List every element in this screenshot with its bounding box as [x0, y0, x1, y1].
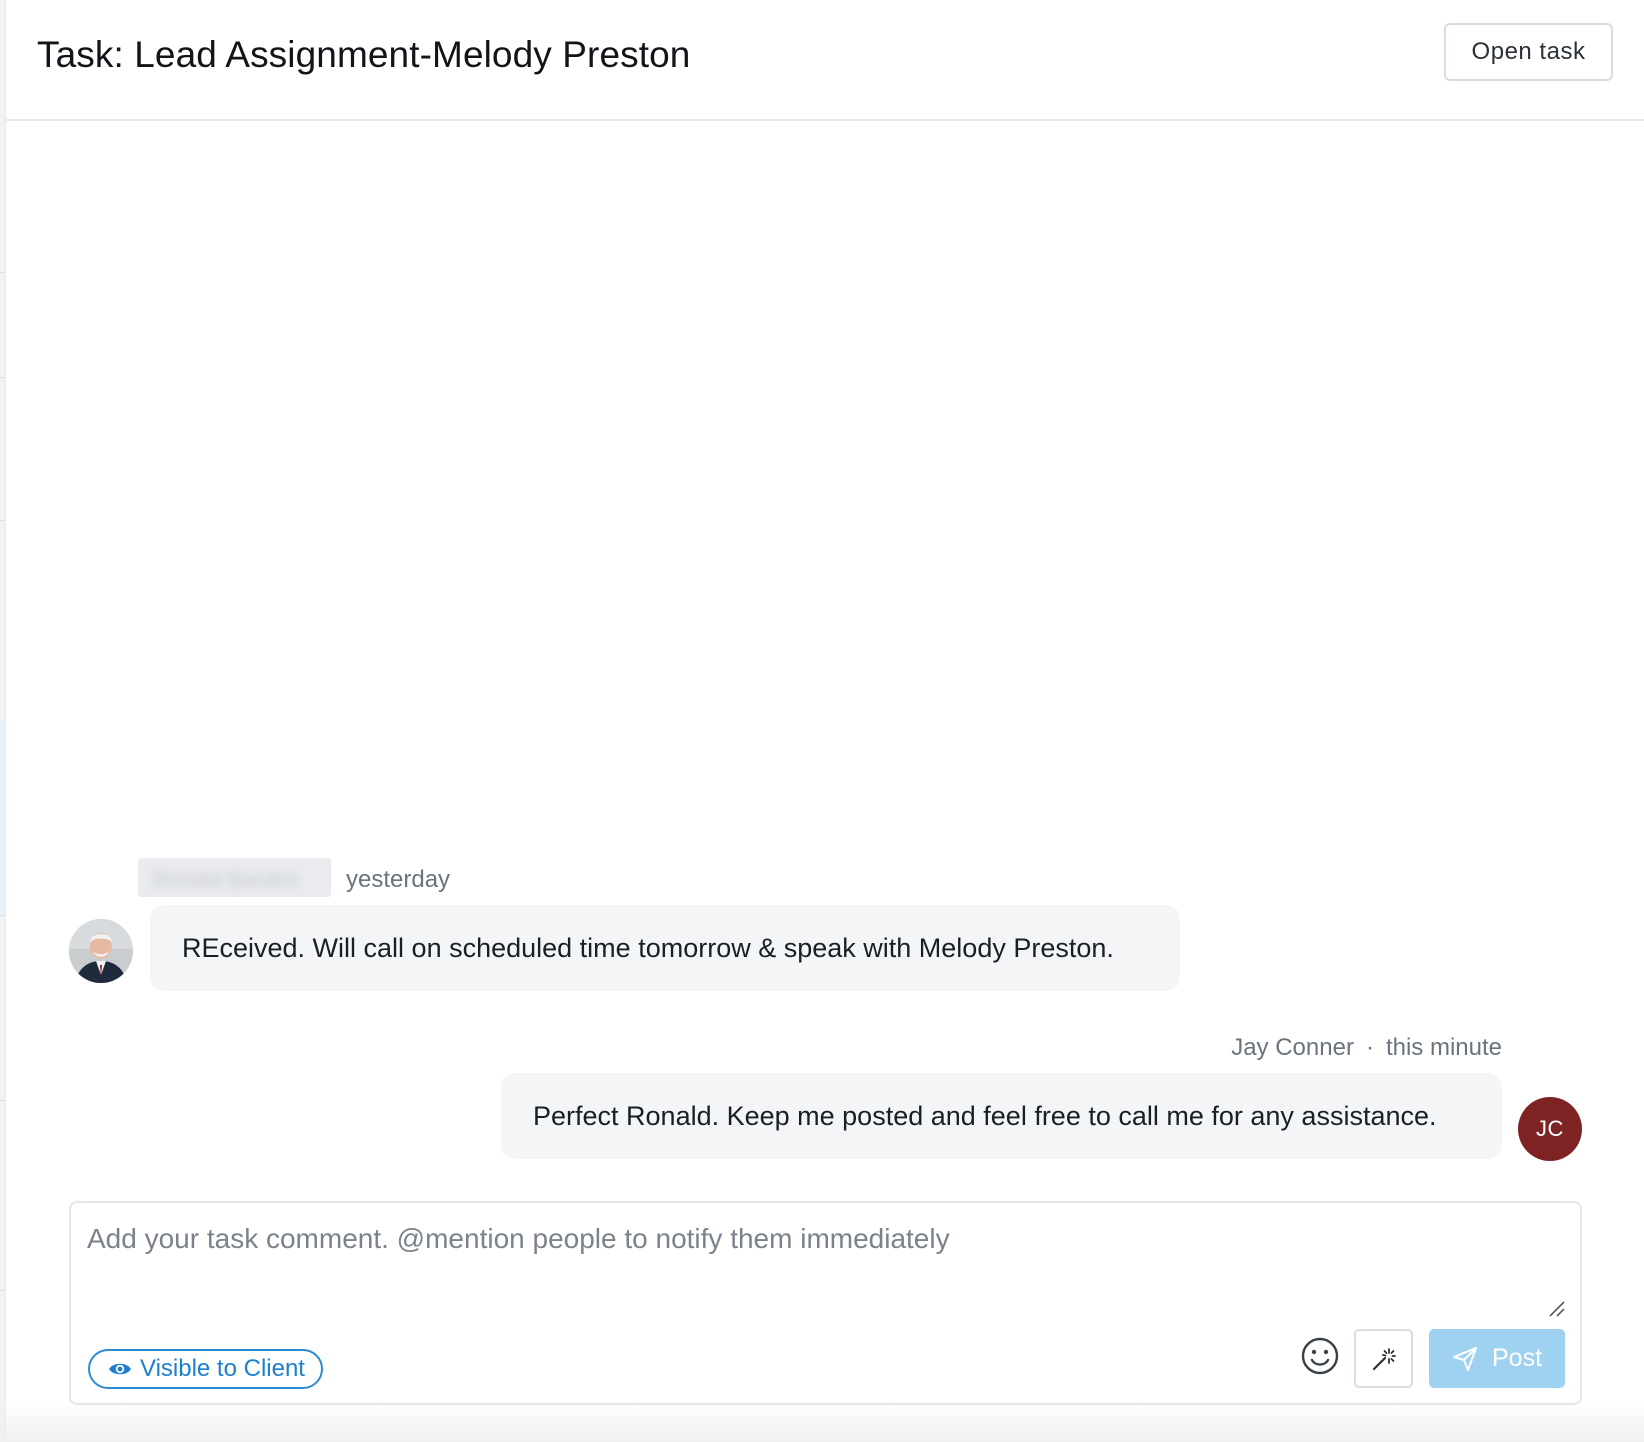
- magic-wand-icon: [1372, 1347, 1396, 1370]
- comment-text: REceived. Will call on scheduled time to…: [182, 933, 1114, 963]
- page-title: Task: Lead Assignment-Melody Preston: [37, 34, 691, 75]
- post-button-label: Post: [1491, 1344, 1543, 1372]
- left-edge-dividers: [0, 0, 5, 1442]
- bottom-fade: [0, 1400, 1644, 1442]
- visible-to-client-toggle[interactable]: Visible to Client: [88, 1349, 323, 1389]
- open-task-button[interactable]: Open task: [1444, 23, 1613, 81]
- comment-meta: Jay Conner · this minute: [1231, 1034, 1502, 1062]
- eye-icon: [109, 1363, 131, 1375]
- task-comments-panel: Task: Lead Assignment-Melody Preston Ope…: [0, 0, 1644, 1442]
- visible-to-client-label: Visible to Client: [140, 1355, 305, 1382]
- comment-composer: Visible to Client: [69, 1201, 1582, 1405]
- magic-wand-button[interactable]: [1354, 1329, 1413, 1388]
- comment-bubble: REceived. Will call on scheduled time to…: [150, 905, 1180, 991]
- comment-timestamp: this minute: [1385, 1034, 1502, 1061]
- resize-handle-icon[interactable]: [1547, 1299, 1565, 1317]
- comment-text: Perfect Ronald. Keep me posted and feel …: [533, 1101, 1437, 1131]
- smiley-icon[interactable]: [1299, 1335, 1341, 1377]
- post-button[interactable]: Post: [1429, 1329, 1565, 1388]
- comment-bubble: Perfect Ronald. Keep me posted and feel …: [501, 1073, 1502, 1159]
- meta-separator: ·: [1365, 1034, 1374, 1061]
- person-photo-icon: [69, 919, 133, 983]
- comment-input[interactable]: [87, 1223, 1537, 1323]
- comment-timestamp: yesterday: [346, 866, 451, 893]
- comment-author-name: Jay Conner: [1231, 1034, 1354, 1061]
- comment-author-name: Ronald Barden: [152, 867, 299, 892]
- avatar: [69, 919, 133, 983]
- comment-author-redacted: Ronald Barden: [138, 858, 331, 897]
- send-icon: [1452, 1346, 1477, 1371]
- task-header: Task: Lead Assignment-Melody Preston Ope…: [6, 0, 1644, 121]
- avatar: JC: [1518, 1097, 1582, 1161]
